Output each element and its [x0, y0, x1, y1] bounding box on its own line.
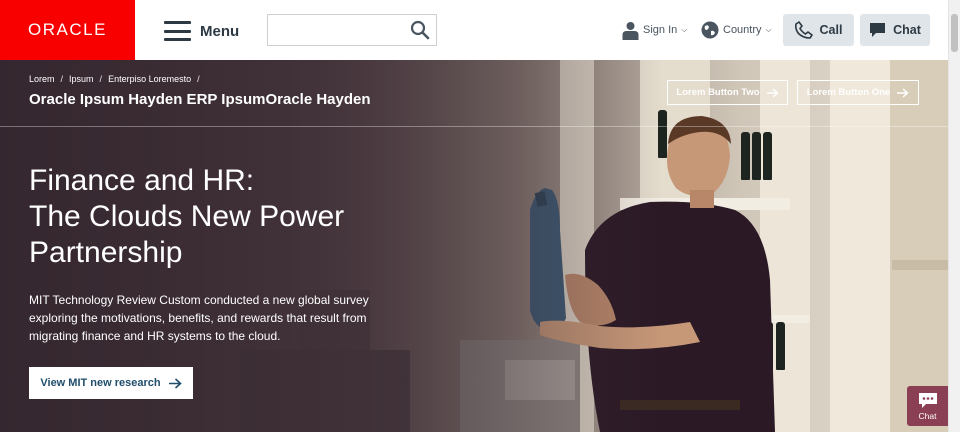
call-button[interactable]: Call — [783, 14, 854, 46]
menu-label: Menu — [200, 22, 240, 40]
search-input[interactable] — [268, 15, 404, 45]
country-selector[interactable]: Country ⌵ — [701, 20, 772, 40]
breadcrumb-separator: / — [60, 74, 64, 84]
breadcrumb-item[interactable]: Ipsum — [69, 74, 94, 84]
breadcrumb-item[interactable]: Lorem — [29, 74, 55, 84]
lorem-button-two-label: Lorem Button Two — [676, 87, 760, 98]
lorem-button-one-label: Lorem Button One — [806, 87, 891, 98]
logo-text: ORACLE — [28, 20, 107, 39]
breadcrumb-item[interactable]: Enterpiso Loremesto — [108, 74, 191, 84]
lorem-button-two[interactable]: Lorem Button Two — [667, 80, 788, 105]
chat-button[interactable]: Chat — [860, 14, 930, 46]
page-scrollbar[interactable] — [948, 0, 960, 432]
top-navigation: ORACLE Menu Sign In ⌵ Country ⌵ Call Cha… — [0, 0, 948, 60]
hero-headline: Finance and HR: The Clouds New Power Par… — [29, 163, 449, 271]
hamburger-icon — [164, 21, 191, 41]
chat-widget-label: Chat — [918, 410, 937, 421]
hero-banner: Lorem / Ipsum / Enterpiso Loremesto / Or… — [0, 60, 948, 432]
chat-bubble-icon — [870, 23, 886, 37]
phone-icon — [794, 21, 813, 39]
headline-line: The Clouds New Power — [29, 200, 345, 233]
user-icon — [622, 21, 639, 40]
chat-label: Chat — [893, 23, 921, 37]
arrow-right-icon — [168, 377, 182, 389]
menu-button[interactable]: Menu — [164, 18, 239, 44]
arrow-right-icon — [766, 87, 779, 98]
sign-in-link[interactable]: Sign In ⌵ — [622, 20, 687, 40]
chat-bubble-icon — [918, 392, 937, 408]
view-research-label: View MIT new research — [40, 377, 161, 389]
headline-line: Finance and HR: — [29, 164, 255, 197]
arrow-right-icon — [897, 87, 909, 98]
hero-description: MIT Technology Review Custom conducted a… — [29, 293, 369, 343]
lorem-button-one[interactable]: Lorem Button One — [797, 80, 919, 105]
floating-chat-widget[interactable]: Chat — [907, 386, 948, 426]
globe-icon — [701, 21, 719, 39]
headline-line: Partnership — [29, 236, 183, 269]
chevron-down-icon: ⌵ — [765, 25, 772, 34]
product-title: Oracle Ipsum Hayden ERP IpsumOracle Hayd… — [29, 91, 371, 108]
search-box — [267, 14, 437, 46]
call-label: Call — [819, 23, 843, 37]
oracle-logo[interactable]: ORACLE — [0, 0, 135, 60]
hero-divider — [0, 126, 948, 127]
breadcrumb-separator: / — [99, 74, 103, 84]
chevron-down-icon: ⌵ — [681, 25, 688, 34]
sign-in-label: Sign In — [643, 24, 678, 36]
country-label: Country — [723, 24, 762, 36]
view-research-button[interactable]: View MIT new research — [29, 367, 193, 399]
scrollbar-thumb[interactable] — [951, 14, 958, 52]
breadcrumb-separator: / — [197, 74, 200, 84]
search-icon[interactable] — [410, 20, 430, 40]
breadcrumb: Lorem / Ipsum / Enterpiso Loremesto / — [29, 74, 200, 84]
